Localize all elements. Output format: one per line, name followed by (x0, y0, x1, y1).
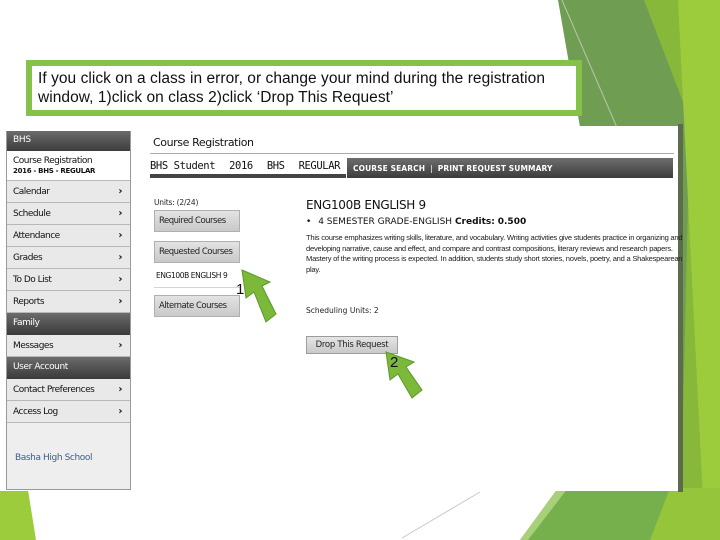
context-year: 2016 (229, 160, 253, 172)
chevron-right-icon: › (118, 406, 122, 417)
title-divider (150, 153, 674, 154)
instruction-callout: If you click on a class in error, or cha… (26, 60, 582, 116)
sidebar-context-title: Course Registration (13, 156, 93, 166)
credits-value: 0.500 (497, 217, 527, 227)
sidebar-item-label: Contact Preferences (13, 384, 95, 395)
screenshot-shadow (678, 124, 683, 492)
course-meta: • 4 SEMESTER GRADE-ENGLISH Credits: 0.50… (306, 217, 526, 227)
chevron-right-icon: › (118, 384, 122, 395)
requested-course-entry[interactable]: ENG100B ENGLISH 9 (156, 271, 228, 280)
sidebar-section-user-account: User Account (7, 357, 130, 379)
chevron-right-icon: › (118, 208, 122, 219)
sidebar-item-reports[interactable]: Reports › (7, 291, 130, 313)
instruction-text: If you click on a class in error, or cha… (38, 70, 545, 106)
context-underline (150, 174, 346, 178)
sidebar-item-messages[interactable]: Messages › (7, 335, 130, 357)
required-courses-button[interactable]: Required Courses (154, 210, 240, 232)
context-school: BHS (266, 160, 285, 172)
course-nav-bar: COURSE SEARCH | PRINT REQUEST SUMMARY (347, 158, 673, 178)
sidebar-item-label: Schedule (13, 208, 51, 219)
sidebar-item-label: Attendance (13, 230, 60, 241)
arrow-pointer-icon (241, 269, 277, 323)
nav-separator: | (430, 163, 433, 173)
course-category: 4 SEMESTER GRADE-ENGLISH (318, 217, 453, 227)
slide-decoration-line (400, 490, 490, 540)
sidebar-item-calendar[interactable]: Calendar › (7, 181, 130, 203)
annotation-label-1: 1 (236, 281, 245, 298)
course-description: This course emphasizes writing skills, l… (306, 233, 683, 274)
course-search-link[interactable]: COURSE SEARCH (353, 164, 425, 173)
chevron-right-icon: › (118, 340, 122, 351)
context-items: BHS Student 2016 BHS REGULAR (150, 160, 354, 172)
units-counter: Units: (2/24) (154, 198, 199, 207)
chevron-right-icon: › (118, 230, 122, 241)
sidebar-item-label: Reports (13, 296, 45, 307)
credits-label: Credits: (454, 217, 495, 227)
course-name: ENG100B ENGLISH 9 (306, 198, 426, 212)
context-student: BHS Student (150, 160, 216, 172)
chevron-right-icon: › (118, 296, 122, 307)
sidebar-item-label: To Do List (13, 274, 52, 285)
sidebar-item-label: Calendar (13, 186, 50, 197)
sidebar-context-detail: 2016 - BHS - REGULAR (13, 167, 96, 175)
school-name: Basha High School (15, 453, 93, 463)
sidebar-item-label: Access Log (13, 406, 58, 417)
sidebar-item-label: Messages (13, 340, 54, 351)
course-entry-divider (154, 287, 240, 288)
requested-courses-button[interactable]: Requested Courses (154, 241, 240, 263)
sidebar-section-family: Family (7, 313, 130, 335)
context-term: REGULAR (298, 160, 341, 172)
sidebar-item-attendance[interactable]: Attendance › (7, 225, 130, 247)
slide-decoration-bottom (520, 488, 720, 540)
sidebar-item-access-log[interactable]: Access Log › (7, 401, 130, 423)
scheduling-units: Scheduling Units: 2 (306, 306, 379, 315)
annotation-arrow-1 (240, 268, 280, 326)
chevron-right-icon: › (118, 186, 122, 197)
page-title: Course Registration (153, 136, 254, 149)
bullet-icon: • (306, 217, 312, 227)
sidebar-item-label: Grades (13, 252, 43, 263)
chevron-right-icon: › (118, 252, 122, 263)
alternate-courses-button[interactable]: Alternate Courses (154, 295, 240, 317)
sidebar-item-todo-list[interactable]: To Do List › (7, 269, 130, 291)
sidebar-context[interactable]: Course Registration 2016 - BHS - REGULAR (7, 151, 130, 181)
sidebar-item-grades[interactable]: Grades › (7, 247, 130, 269)
sidebar: BHS Course Registration 2016 - BHS - REG… (6, 131, 131, 490)
context-bar: BHS Student 2016 BHS REGULAR COURSE SEAR… (150, 158, 674, 178)
sidebar-item-contact-preferences[interactable]: Contact Preferences › (7, 379, 130, 401)
chevron-right-icon: › (118, 274, 122, 285)
sidebar-item-schedule[interactable]: Schedule › (7, 203, 130, 225)
sidebar-header: BHS (7, 131, 130, 151)
annotation-label-2: 2 (390, 354, 399, 371)
print-request-summary-link[interactable]: PRINT REQUEST SUMMARY (438, 164, 553, 173)
